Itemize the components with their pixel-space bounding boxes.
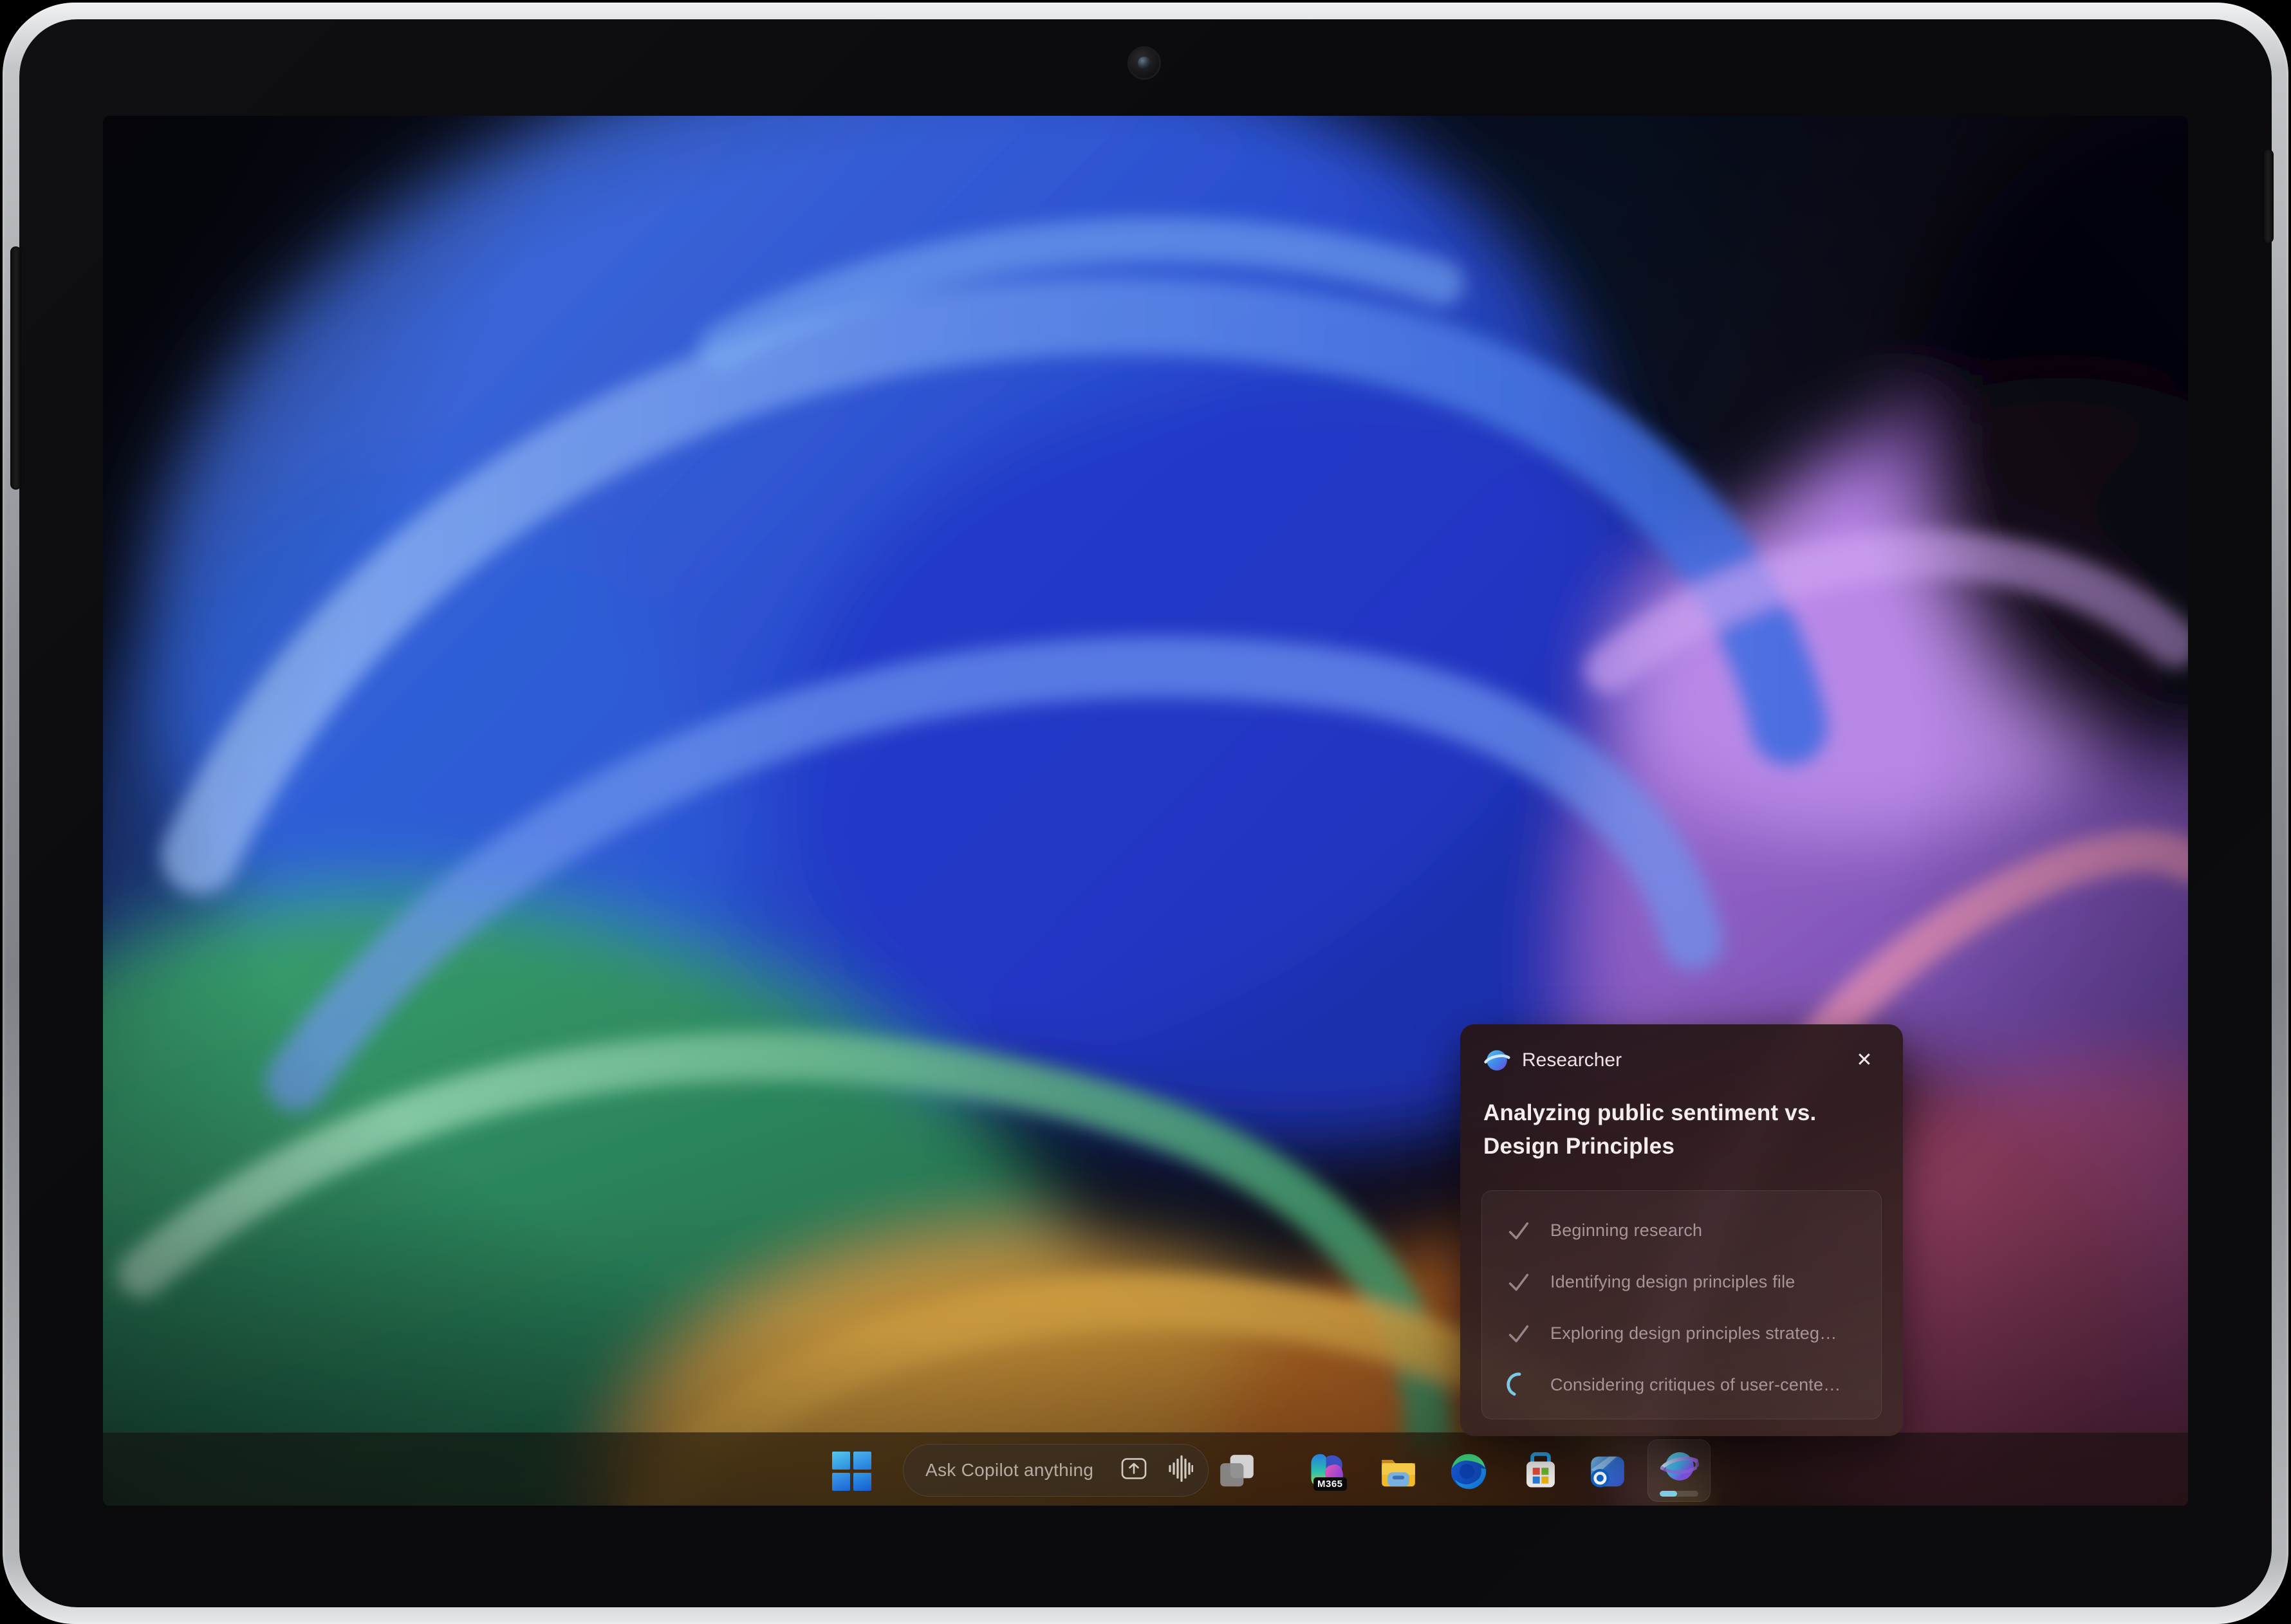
task-row: Beginning research bbox=[1504, 1204, 1881, 1256]
copilot-search-input[interactable]: Ask Copilot anything bbox=[903, 1444, 1209, 1497]
task-view-icon bbox=[1217, 1452, 1257, 1491]
task-label: Exploring design principles strateg… bbox=[1550, 1324, 1837, 1343]
close-icon[interactable]: ✕ bbox=[1849, 1046, 1880, 1075]
spinner-icon bbox=[1504, 1370, 1534, 1399]
m365-badge: M365 bbox=[1313, 1477, 1347, 1491]
microsoft-store-icon bbox=[1521, 1452, 1561, 1491]
task-row: Identifying design principles file bbox=[1504, 1256, 1881, 1307]
researcher-app-icon bbox=[1483, 1047, 1510, 1074]
taskbar-outlook-button[interactable] bbox=[1588, 1452, 1628, 1491]
taskbar-store-button[interactable] bbox=[1521, 1452, 1561, 1491]
edge-icon bbox=[1449, 1452, 1489, 1491]
copilot-progress-bar bbox=[1660, 1491, 1698, 1497]
task-label: Identifying design principles file bbox=[1550, 1272, 1795, 1292]
taskbar-copilot-active-button[interactable] bbox=[1647, 1439, 1711, 1502]
researcher-task-title: Analyzing public sentiment vs. Design Pr… bbox=[1483, 1096, 1857, 1163]
task-view-button[interactable] bbox=[1217, 1452, 1257, 1491]
check-icon bbox=[1504, 1318, 1534, 1348]
task-row: Exploring design principles strateg… bbox=[1504, 1307, 1881, 1359]
front-camera-icon bbox=[1129, 48, 1159, 78]
taskbar-edge-button[interactable] bbox=[1449, 1452, 1489, 1491]
taskbar-file-explorer-button[interactable] bbox=[1378, 1452, 1418, 1491]
voice-waveform-icon[interactable] bbox=[1167, 1455, 1193, 1486]
power-button bbox=[2263, 149, 2274, 243]
desktop-screen: Ask Copilot anything bbox=[103, 116, 2188, 1506]
check-icon bbox=[1504, 1267, 1534, 1296]
copilot-icon bbox=[1660, 1446, 1700, 1486]
search-placeholder: Ask Copilot anything bbox=[925, 1460, 1093, 1481]
taskbar-m365-copilot-button[interactable]: M365 bbox=[1307, 1452, 1347, 1491]
task-label: Considering critiques of user-cente… bbox=[1550, 1375, 1841, 1395]
task-label: Beginning research bbox=[1550, 1221, 1702, 1241]
researcher-task-list: Beginning research Identifying design pr… bbox=[1481, 1190, 1882, 1419]
start-button[interactable] bbox=[832, 1452, 872, 1491]
outlook-icon bbox=[1588, 1452, 1628, 1491]
task-row: Considering critiques of user-cente… bbox=[1504, 1359, 1881, 1410]
upload-icon[interactable] bbox=[1121, 1458, 1147, 1483]
researcher-app-name: Researcher bbox=[1522, 1049, 1622, 1071]
taskbar: Ask Copilot anything bbox=[103, 1432, 2188, 1506]
device: Ask Copilot anything bbox=[0, 0, 2291, 1624]
researcher-card: Researcher ✕ Analyzing public sentiment … bbox=[1460, 1024, 1903, 1436]
file-explorer-icon bbox=[1378, 1452, 1418, 1491]
researcher-card-header: Researcher ✕ bbox=[1483, 1046, 1884, 1075]
volume-rocker bbox=[10, 246, 21, 490]
check-icon bbox=[1504, 1215, 1534, 1245]
